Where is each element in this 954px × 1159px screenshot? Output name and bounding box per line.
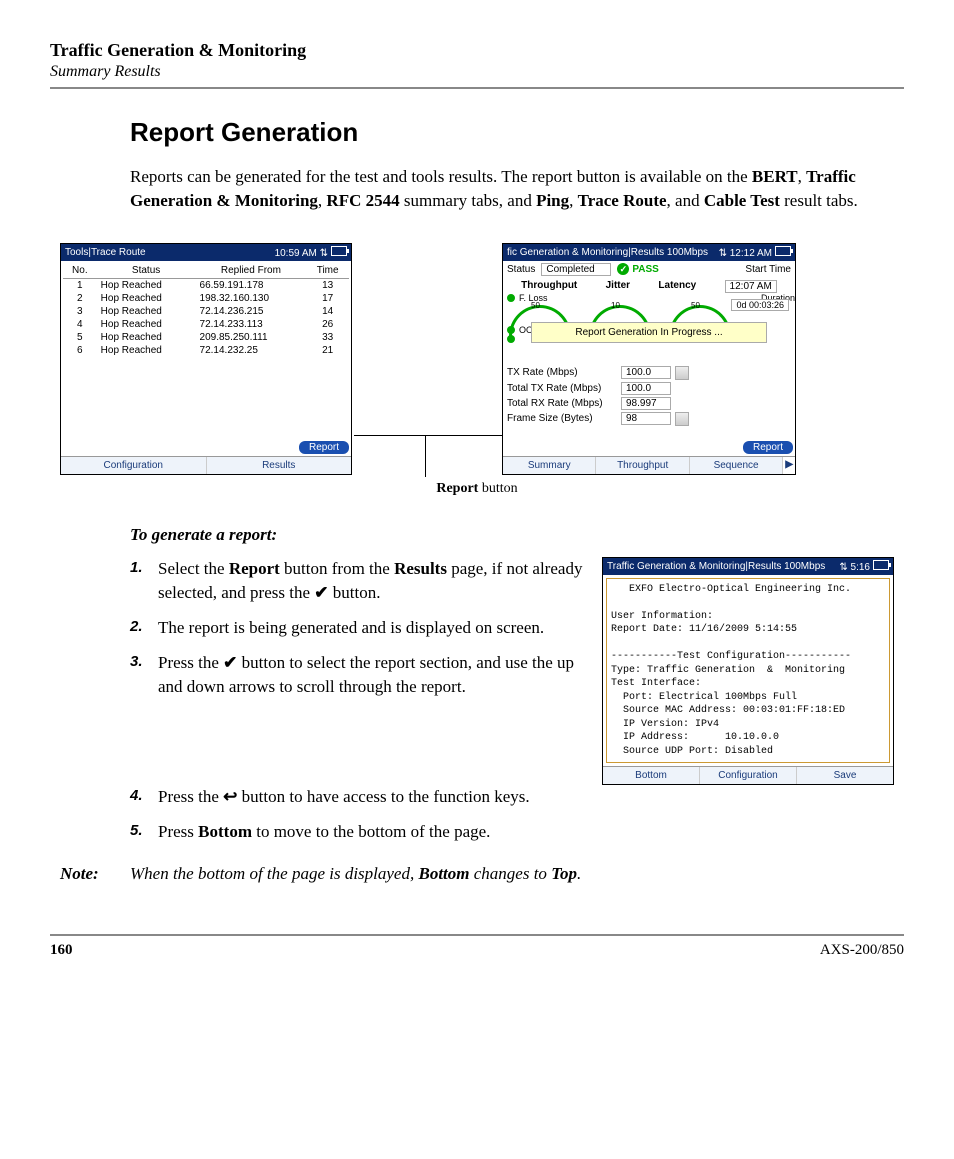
intro-bold-trace: Trace Route <box>578 191 667 210</box>
step-1: 1. Select the Report button from the Res… <box>130 557 584 606</box>
table-row: 4Hop Reached72.14.233.11326 <box>63 318 349 331</box>
page-header-subtitle: Summary Results <box>50 63 904 81</box>
tab-save[interactable]: Save <box>797 767 893 784</box>
window-title: Traffic Generation & Monitoring|Results … <box>607 561 825 572</box>
table-row: 5Hop Reached209.85.250.11133 <box>63 331 349 344</box>
page-footer: 160 AXS-200/850 <box>50 934 904 959</box>
report-button-callout: Report button <box>60 481 894 497</box>
report-text-body: EXFO Electro-Optical Engineering Inc. Us… <box>606 578 890 764</box>
report-text-screenshot: Traffic Generation & Monitoring|Results … <box>602 557 894 786</box>
screenshot-row: Tools|Trace Route 10:59 AM ⇅ No. Status … <box>60 243 894 475</box>
tab-results[interactable]: Results <box>207 457 352 474</box>
step-5: 5. Press Bottom to move to the bottom of… <box>130 820 894 845</box>
tab-summary[interactable]: Summary <box>503 457 596 474</box>
spinner-icon[interactable] <box>675 412 689 426</box>
metric-row: Total TX Rate (Mbps)100.0 <box>503 381 795 396</box>
metric-row: Frame Size (Bytes)98 <box>503 411 795 427</box>
table-row: 6Hop Reached72.14.232.2521 <box>63 344 349 357</box>
intro-bold-rfc: RFC 2544 <box>326 191 399 210</box>
step-4: 4. Press the ↩ button to have access to … <box>130 785 894 810</box>
tab-configuration[interactable]: Configuration <box>700 767 797 784</box>
clock: 10:59 AM <box>275 248 317 259</box>
col-replied: Replied From <box>196 263 307 279</box>
metric-row: TX Rate (Mbps)100.0 <box>503 365 795 381</box>
page-header-title: Traffic Generation & Monitoring <box>50 40 904 61</box>
device-model: AXS-200/850 <box>820 942 904 959</box>
status-dot-icon <box>507 335 515 343</box>
sync-icon: ⇅ <box>320 248 328 259</box>
intro-text: Reports can be generated for the test an… <box>130 167 752 186</box>
intro-paragraph: Reports can be generated for the test an… <box>130 165 894 213</box>
battery-icon <box>775 246 791 256</box>
pass-label: PASS <box>632 264 659 275</box>
monitoring-screenshot: fic Generation & Monitoring|Results 100M… <box>502 243 796 475</box>
scroll-right-icon[interactable]: ▶ <box>783 457 795 474</box>
col-time: Time <box>306 263 349 279</box>
trace-route-screenshot: Tools|Trace Route 10:59 AM ⇅ No. Status … <box>60 243 352 475</box>
step-2: 2. The report is being generated and is … <box>130 616 584 641</box>
status-dot-icon <box>507 294 515 302</box>
check-icon: ✔ <box>223 653 237 672</box>
col-status: Status <box>97 263 196 279</box>
tab-throughput[interactable]: Throughput <box>596 457 689 474</box>
pass-check-icon: ✓ <box>617 263 629 275</box>
metric-throughput: Throughput <box>521 280 577 293</box>
battery-icon <box>873 560 889 570</box>
table-row: 2Hop Reached198.32.160.13017 <box>63 292 349 305</box>
report-progress-popup: Report Generation In Progress ... <box>531 322 767 343</box>
window-title: fic Generation & Monitoring|Results 100M… <box>507 247 708 258</box>
page-number: 160 <box>50 942 73 959</box>
back-arrow-icon: ↩ <box>223 787 237 806</box>
table-row: 3Hop Reached72.14.236.21514 <box>63 305 349 318</box>
titlebar: Tools|Trace Route 10:59 AM ⇅ <box>61 244 351 261</box>
intro-bold-cable: Cable Test <box>704 191 780 210</box>
procedure-heading: To generate a report: <box>130 525 894 545</box>
note: Note: When the bottom of the page is dis… <box>60 864 894 884</box>
clock: 12:12 AM <box>730 248 772 259</box>
metric-row: Total RX Rate (Mbps)98.997 <box>503 396 795 411</box>
clock: 5:16 <box>851 562 870 573</box>
start-time-label: Start Time <box>745 264 791 275</box>
battery-icon <box>331 246 347 256</box>
report-button[interactable]: Report <box>299 441 349 454</box>
col-no: No. <box>63 263 97 279</box>
section-title: Report Generation <box>130 117 894 148</box>
duration-value: 0d 00:03:26 <box>731 299 789 311</box>
spinner-icon[interactable] <box>675 366 689 380</box>
intro-bold-bert: BERT <box>752 167 798 186</box>
status-value: Completed <box>541 263 611 276</box>
note-label: Note: <box>60 864 130 884</box>
header-rule <box>50 87 904 89</box>
tab-bottom[interactable]: Bottom <box>603 767 700 784</box>
tab-configuration[interactable]: Configuration <box>61 457 207 474</box>
tab-sequence[interactable]: Sequence <box>690 457 783 474</box>
check-icon: ✔ <box>314 583 328 602</box>
status-label: Status <box>507 264 535 275</box>
titlebar: fic Generation & Monitoring|Results 100M… <box>503 244 795 261</box>
window-title: Tools|Trace Route <box>65 247 146 258</box>
table-row: 1Hop Reached66.59.191.17813 <box>63 278 349 292</box>
callout-connector <box>425 435 426 477</box>
metric-jitter: Jitter <box>606 280 630 293</box>
titlebar: Traffic Generation & Monitoring|Results … <box>603 558 893 575</box>
intro-bold-ping: Ping <box>536 191 569 210</box>
trace-route-table: No. Status Replied From Time 1Hop Reache… <box>63 263 349 357</box>
start-time-value: 12:07 AM <box>725 280 777 293</box>
sync-icon: ⇅ <box>839 562 847 573</box>
metric-latency: Latency <box>658 280 696 293</box>
report-button[interactable]: Report <box>743 441 793 454</box>
step-3: 3. Press the ✔ button to select the repo… <box>130 651 584 700</box>
sync-icon: ⇅ <box>719 248 727 259</box>
